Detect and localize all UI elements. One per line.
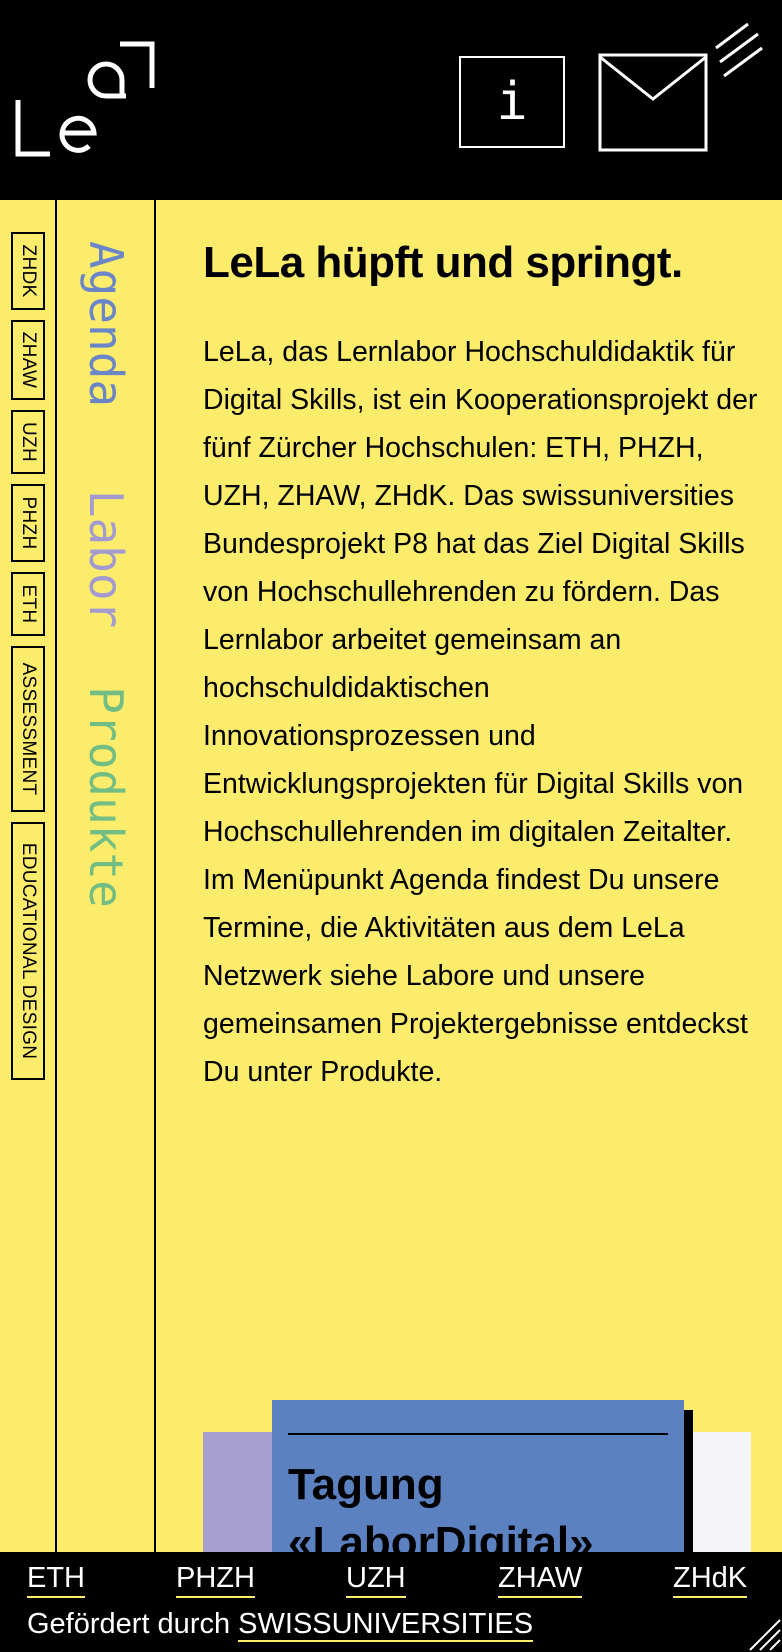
footer-link-zhdk[interactable]: ZHdK (673, 1560, 748, 1598)
page-title: LeLa hüpft und springt. (203, 238, 683, 287)
footer-link-zhaw[interactable]: ZHAW (498, 1560, 583, 1598)
tag-educational-design[interactable]: EDUCATIONAL DESIGN (11, 822, 45, 1080)
tag-zhdk[interactable]: ZHDK (11, 232, 45, 310)
tag-phzh[interactable]: PHZH (11, 484, 45, 562)
card-divider (288, 1433, 668, 1435)
resize-handle-icon (749, 1619, 781, 1651)
nav-labor[interactable]: Labor (79, 490, 133, 628)
tag-filter-column: ZHDK ZHAW UZH PHZH ETH ASSESSMENT EDUCAT… (0, 200, 57, 1552)
tag-uzh[interactable]: UZH (11, 410, 45, 474)
card-preview-left[interactable] (203, 1432, 283, 1552)
swissuniversities-link[interactable]: SWISSUNIVERSITIES (238, 1608, 534, 1642)
card-preview-right[interactable] (688, 1432, 751, 1552)
funding-note: Gefördert durch SWISSUNIVERSITIES (27, 1606, 534, 1642)
main-navigation: Agenda Labor Produkte (57, 200, 156, 1552)
card-title: Tagung «LaborDigital» (288, 1460, 594, 1552)
footer-link-uzh[interactable]: UZH (346, 1560, 406, 1598)
tag-assessment[interactable]: ASSESSMENT (11, 646, 45, 812)
info-icon: i (496, 72, 528, 132)
info-button[interactable]: i (459, 56, 565, 148)
intro-text: LeLa, das Lernlabor Hochschuldidaktik fü… (203, 336, 758, 1088)
event-card[interactable]: Tagung «LaborDigital» (272, 1400, 684, 1552)
funding-prefix: Gefördert durch (27, 1608, 231, 1640)
footer-link-phzh[interactable]: PHZH (176, 1560, 255, 1598)
mail-icon[interactable] (598, 22, 764, 154)
tag-zhaw[interactable]: ZHAW (11, 320, 45, 400)
site-header: i (0, 0, 782, 200)
nav-agenda[interactable]: Agenda (79, 241, 133, 407)
nav-produkte[interactable]: Produkte (79, 686, 133, 908)
footer-link-eth[interactable]: ETH (27, 1560, 85, 1598)
tag-eth[interactable]: ETH (11, 572, 45, 636)
site-footer: ETH PHZH UZH ZHAW ZHdK Gefördert durch S… (0, 1552, 782, 1652)
lela-logo[interactable] (10, 38, 160, 168)
